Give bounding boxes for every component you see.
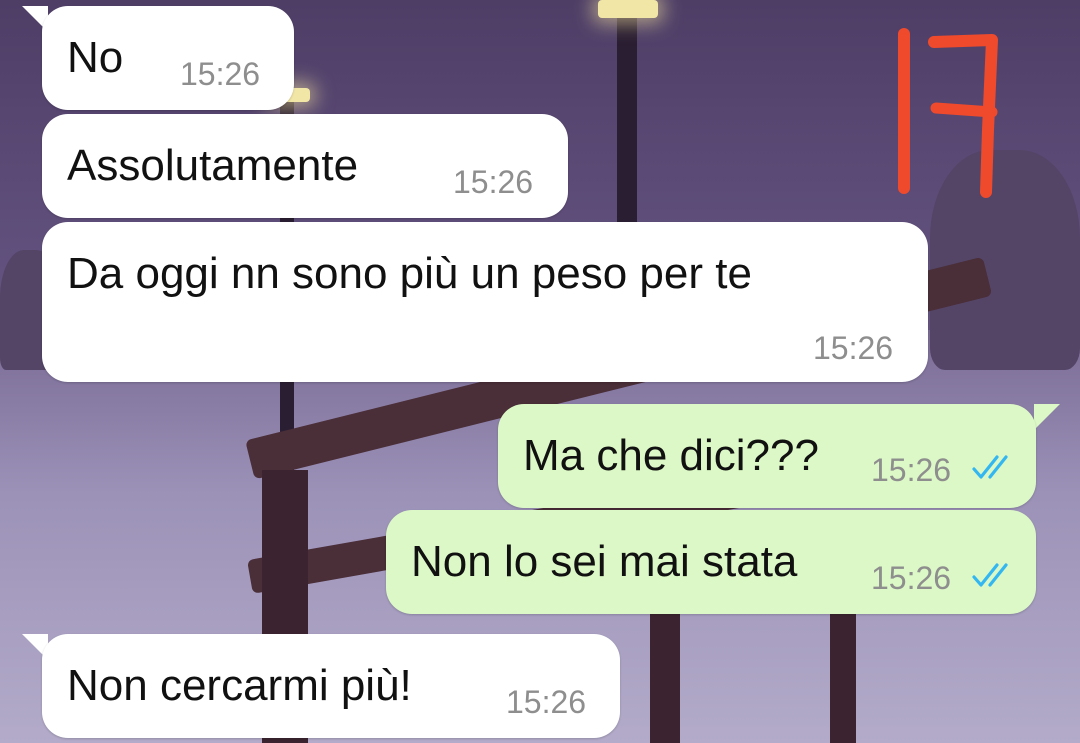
message-time: 15:26 — [813, 330, 894, 366]
message-text: Non cercarmi più! — [67, 661, 412, 710]
message-time: 15:26 — [180, 56, 261, 92]
message-text: Non lo sei mai stata — [411, 537, 798, 586]
message-text: Da oggi nn sono più un peso per te — [67, 249, 752, 298]
wallpaper-lamp — [598, 0, 658, 18]
message-bubble-incoming[interactable]: Assolutamente 15:26 — [42, 114, 568, 218]
message-time: 15:26 — [871, 452, 952, 488]
message-text: No — [67, 33, 124, 82]
message-bubble-outgoing[interactable]: Ma che dici??? 15:26 — [498, 404, 1036, 508]
message-time: 15:26 — [506, 684, 587, 720]
double-check-icon — [972, 563, 1008, 587]
message-bubble-outgoing[interactable]: Non lo sei mai stata 15:26 — [386, 510, 1036, 614]
message-time: 15:26 — [453, 164, 534, 200]
message-text: Ma che dici??? — [523, 431, 819, 480]
chat-screen: 17 No 15:26 Assolutamente 15:26 Da oggi … — [0, 0, 1080, 743]
message-bubble-incoming[interactable]: Non cercarmi più! 15:26 — [42, 634, 620, 738]
message-time: 15:26 — [871, 560, 952, 596]
wallpaper-lamp-post — [617, 18, 637, 228]
message-bubble-incoming[interactable]: Da oggi nn sono più un peso per te 15:26 — [42, 222, 928, 382]
number-sticker: 17 — [898, 28, 998, 198]
message-text: Assolutamente — [67, 141, 359, 190]
bubble-tail — [1034, 404, 1060, 430]
message-bubble-incoming[interactable]: No 15:26 — [42, 6, 294, 110]
double-check-icon — [972, 455, 1008, 479]
